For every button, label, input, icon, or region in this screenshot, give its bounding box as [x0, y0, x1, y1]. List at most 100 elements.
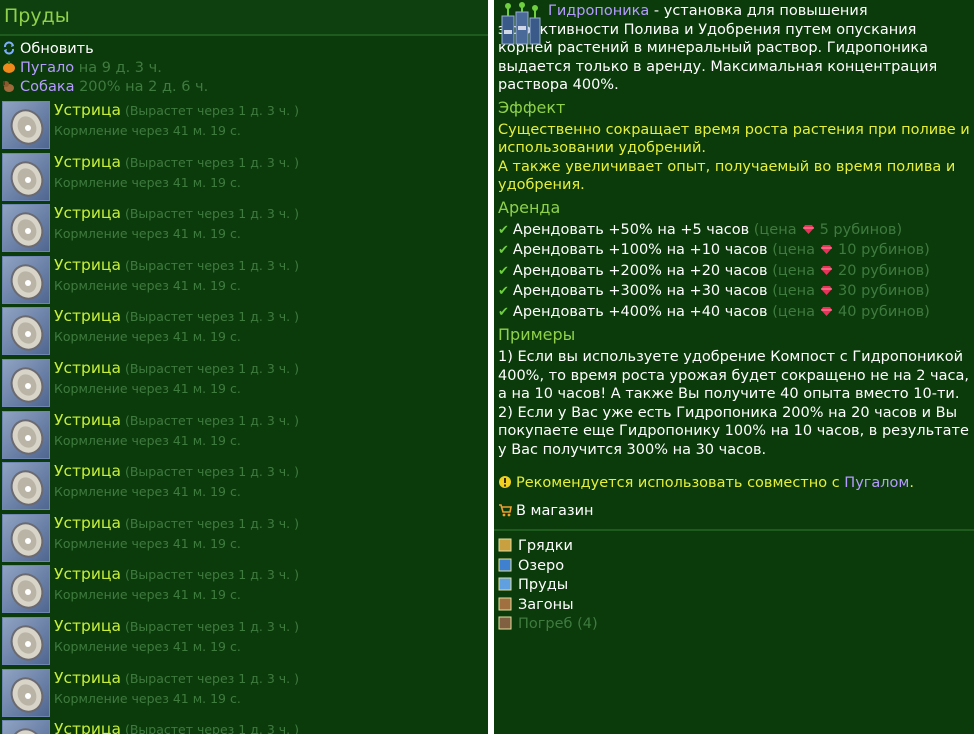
oyster-icon[interactable]: [2, 462, 50, 511]
scarecrow-timer: на 9 д. 3 ч.: [78, 60, 162, 76]
nav-item-pens[interactable]: Загоны: [498, 596, 970, 616]
pond-item: Устрица(Вырастет через 1 д. 3 ч. )Кормле…: [0, 254, 488, 306]
dog-link[interactable]: Собака: [20, 79, 74, 95]
ruby-icon: [821, 241, 833, 254]
ruby-icon: [821, 303, 833, 316]
pond-grow-timer: (Вырастет через 1 д. 3 ч. ): [124, 464, 299, 480]
rent-option[interactable]: ✔ Арендовать +200% на +20 часов (цена 20 р…: [498, 262, 970, 282]
pond-name: Устрица: [54, 101, 121, 119]
pond-item-name[interactable]: Устрица (Вырастет через 1 д. 3 ч. ): [54, 462, 299, 480]
pond-grow-timer: (Вырастет через 1 д. 3 ч. ): [124, 412, 299, 428]
rent-price: 40 рубинов): [838, 303, 930, 320]
pond-name: Устрица: [54, 616, 121, 635]
rent-option-label[interactable]: Арендовать +50% на +5 часов: [513, 222, 749, 238]
oyster-icon[interactable]: [2, 101, 50, 149]
pond-item-name[interactable]: Устрица (Вырастет через 1 д. 3 ч. ): [54, 514, 299, 532]
nav-item-label: Пруды: [518, 577, 569, 593]
pond-item: Устрица(Вырастет через 1 д. 3 ч. ) Кормле…: [0, 357, 488, 409]
nav-item-label: Грядки: [518, 538, 573, 554]
effect-text: Существенно сокращает время роста растен…: [494, 121, 974, 195]
effect-text-2: А также увеличивает опыт, получаемый во …: [498, 158, 956, 194]
refresh-label: Обновить: [20, 41, 94, 57]
item-name: Гидропоника: [548, 3, 650, 19]
location-nav: Грядки Озеро Пруды Загоны Погреб (4): [494, 537, 974, 635]
check-icon: ✔: [498, 243, 509, 258]
refresh-link[interactable]: Обновить: [0, 40, 488, 59]
shop-link[interactable]: В магазин: [498, 501, 970, 521]
ruby-icon: [821, 262, 833, 275]
rent-option-label[interactable]: Арендовать +200% на +20 часов: [513, 263, 768, 279]
pond-feed-timer: Кормление через 41 м. 19 с.: [54, 226, 241, 242]
rent-price: 10 рубинов): [838, 242, 930, 258]
hydroponics-icon: [501, 2, 541, 45]
rent-option[interactable]: ✔ Арендовать +50% на +5 часов (цена 5 руби…: [498, 221, 970, 241]
pond-grow-timer: (Вырастет через 1 д. 3 ч. ): [124, 722, 299, 734]
oyster-icon[interactable]: [2, 565, 50, 614]
rent-option[interactable]: ✔ Арендовать +100% на +10 часов (цена 10 р…: [498, 241, 970, 261]
pond-name: Устрица: [54, 668, 121, 687]
refresh-icon: [4, 41, 14, 55]
pond-name: Устрица: [54, 565, 121, 584]
nav-item-label: Озеро: [518, 557, 565, 574]
rent-option-label[interactable]: Арендовать +100% на +10 часов: [513, 242, 768, 258]
nav-item-cellar[interactable]: Погреб (4): [498, 615, 970, 635]
pond-item-name[interactable]: Устрица (Вырастет через 1 д. 3 ч. ): [54, 617, 299, 635]
pond-item: Устрица(Вырастет через 1 д. 3 ч. )Кормле…: [0, 99, 488, 151]
pens-icon: [498, 597, 512, 611]
pond-item-name[interactable]: Устрица (Вырастет через 1 д. 3 ч. ): [54, 720, 299, 734]
pond-item: Устрица(Вырастет через 1 д. 3 ч. )Кормле…: [0, 563, 488, 615]
dog-icon: [3, 81, 14, 92]
pond-name: Устрица: [54, 720, 121, 734]
pond-grow-timer: (Вырастет через 1 д. 3 ч. ): [124, 618, 299, 634]
oyster-icon[interactable]: [2, 668, 50, 717]
nav-item-label: Погреб (4): [518, 616, 598, 632]
pond-feed-timer: Кормление через 41 м. 19 с.: [54, 535, 241, 551]
rent-list: ✔ Арендовать +50% на +5 часов (цена 5 руби…: [494, 221, 974, 323]
nav-item-lake[interactable]: Озеро: [498, 557, 970, 577]
pond-item: Устрица(Вырастет через 1 д. 3 ч. )Кормле…: [0, 409, 488, 461]
oyster-icon[interactable]: [2, 307, 50, 356]
pond-grow-timer: (Вырастет через 1 д. 3 ч. ): [124, 567, 299, 583]
pond-item-name[interactable]: Устрица (Вырастет через 1 д. 3 ч. ): [54, 153, 299, 171]
pond-item-name[interactable]: Устрица (Вырастет через 1 д. 3 ч. ): [54, 101, 299, 119]
rent-price: 5 рубинов): [819, 221, 903, 238]
oyster-icon[interactable]: [2, 720, 50, 734]
nav-item-ponds[interactable]: Пруды: [498, 576, 970, 596]
oyster-icon[interactable]: [2, 616, 50, 665]
dog-status: Собака 200% на 2 д. 6 ч.: [0, 78, 488, 97]
pond-feed-timer: Кормление через 41 м. 19 с.: [54, 380, 241, 396]
pond-item-name[interactable]: Устрица (Вырастет через 1 д. 3 ч. ): [54, 669, 299, 687]
pond-name: Устрица: [54, 152, 121, 171]
pond-item: Устрица(Вырастет через 1 д. 3 ч. )Кормле…: [0, 718, 488, 734]
pond-item-name[interactable]: Устрица (Вырастет через 1 д. 3 ч. ): [54, 411, 299, 429]
pond-item-name[interactable]: Устрица (Вырастет через 1 д. 3 ч. ): [54, 307, 299, 325]
oyster-icon[interactable]: [2, 513, 50, 562]
rent-option-label[interactable]: Арендовать +400% на +40 часов: [513, 304, 768, 320]
rent-option-label[interactable]: Арендовать +300% на +30 часов: [513, 283, 768, 299]
pond-item-name[interactable]: Устрица (Вырастет через 1 д. 3 ч. ): [54, 565, 299, 583]
oyster-icon[interactable]: [2, 255, 50, 304]
nav-item-label: Загоны: [518, 596, 574, 613]
ruby-icon: [821, 282, 833, 295]
rent-price-prefix: (цена: [772, 283, 816, 299]
pond-grow-timer: (Вырастет через 1 д. 3 ч. ): [124, 309, 299, 325]
oyster-icon[interactable]: [2, 358, 50, 407]
pond-feed-timer: Кормление через 41 м. 19 с.: [54, 690, 241, 706]
pumpkin-icon: [3, 61, 15, 73]
rent-option[interactable]: ✔ Арендовать +400% на +40 часов (цена 40 р…: [498, 303, 970, 323]
ponds-icon: [498, 577, 512, 591]
pond-item-name[interactable]: Устрица (Вырастет через 1 д. 3 ч. ): [54, 256, 299, 274]
recommend-link[interactable]: Пугалом: [844, 475, 909, 491]
rent-price: 20 рубинов): [838, 262, 930, 279]
pond-item-name[interactable]: Устрица (Вырастет через 1 д. 3 ч. ): [54, 204, 299, 222]
scarecrow-link[interactable]: Пугало: [20, 60, 74, 76]
cart-icon: [499, 504, 512, 517]
pond-name: Устрица: [54, 204, 121, 223]
oyster-icon[interactable]: [2, 204, 50, 253]
oyster-icon[interactable]: [2, 152, 50, 201]
nav-item-beds[interactable]: Грядки: [498, 537, 970, 557]
rent-option[interactable]: ✔ Арендовать +300% на +30 часов (цена 30 р…: [498, 282, 970, 302]
item-info-panel: Гидропоника - установка для повышения эф…: [494, 0, 974, 734]
pond-item-name[interactable]: Устрица (Вырастет через 1 д. 3 ч. ): [54, 359, 299, 377]
oyster-icon[interactable]: [2, 410, 50, 459]
